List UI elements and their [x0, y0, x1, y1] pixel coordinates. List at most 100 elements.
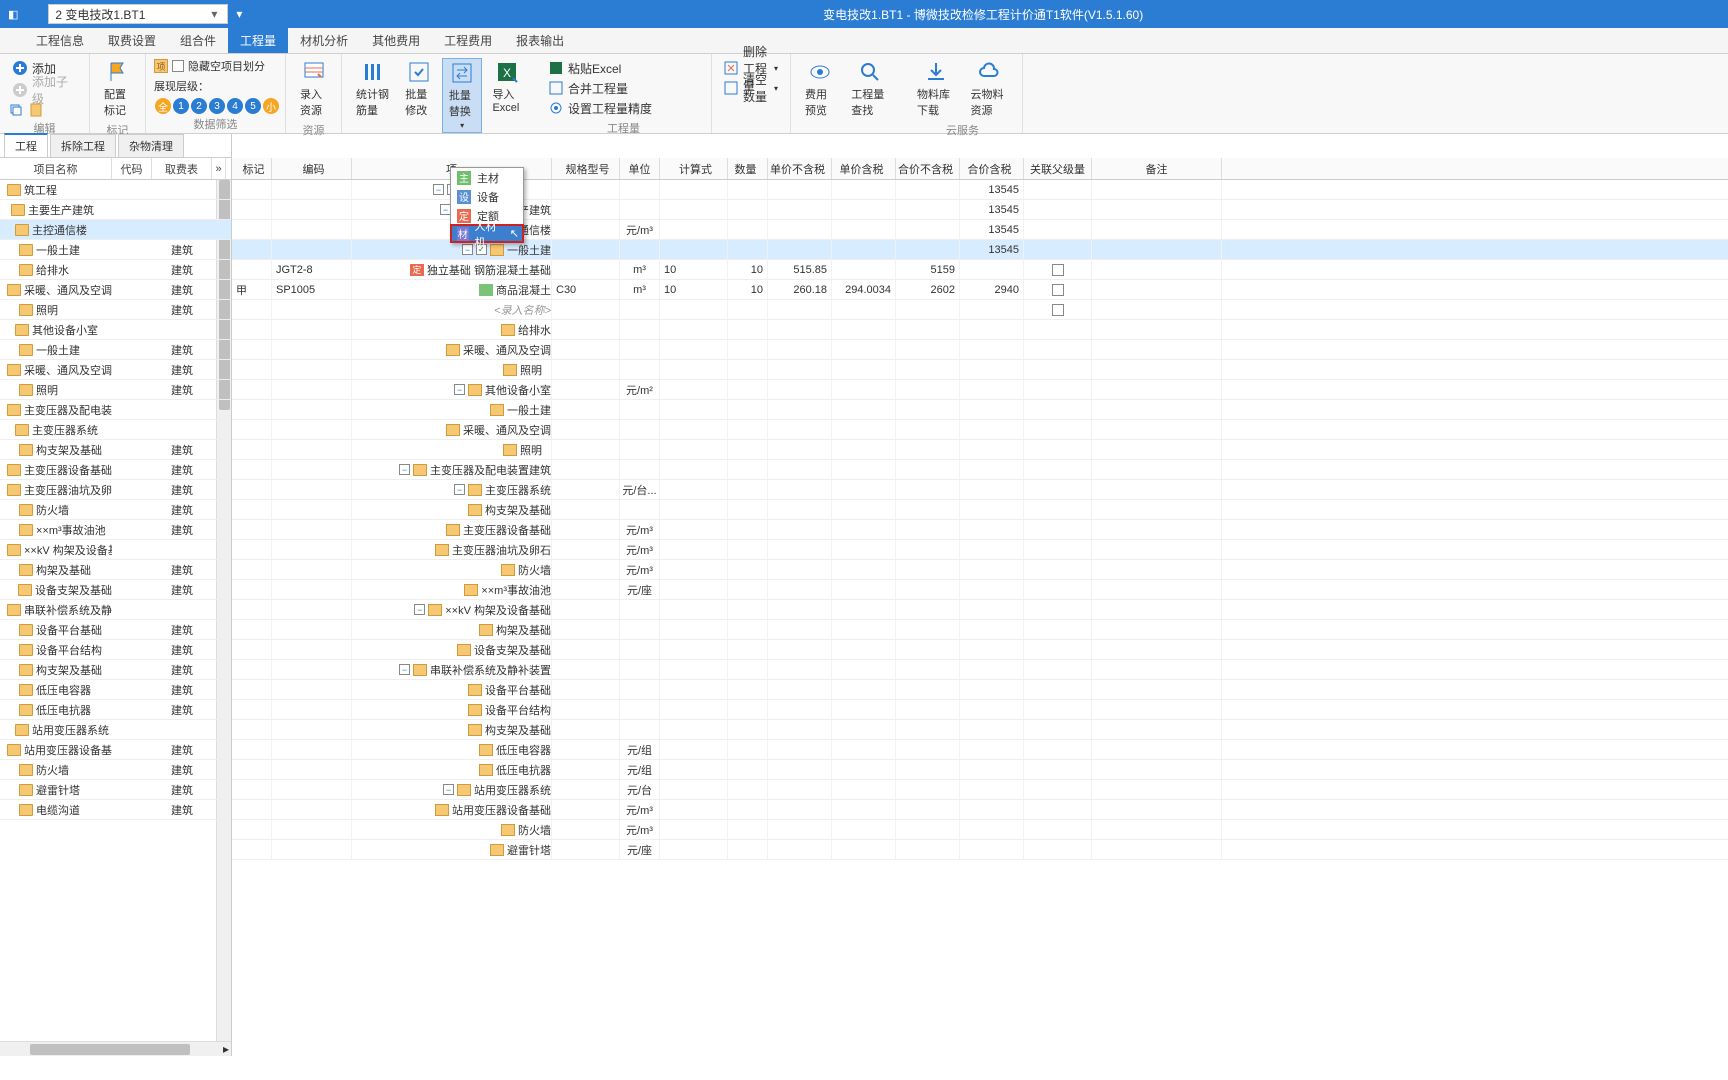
left-scrollbar-h[interactable]: ▸	[0, 1041, 231, 1056]
col-spec[interactable]: 规格型号	[552, 158, 620, 179]
tab-report[interactable]: 报表输出	[504, 28, 576, 53]
grid-row[interactable]: 防火墙 元/m³	[232, 560, 1728, 580]
col-fee-table[interactable]: 取费表	[152, 158, 212, 179]
tree-row[interactable]: 主变压器设备基础建筑	[0, 460, 231, 480]
input-resource-button[interactable]: 录入资源	[294, 58, 333, 120]
grid-row[interactable]: 构支架及基础	[232, 720, 1728, 740]
add-child-button[interactable]: 添加子级	[8, 80, 81, 100]
col-total-notax[interactable]: 合价不含税	[896, 158, 960, 179]
expand-icon[interactable]: −	[399, 464, 410, 475]
tree-row[interactable]: 防火墙建筑	[0, 500, 231, 520]
dropdown-item-1[interactable]: 设设备	[451, 187, 523, 206]
merge-qty-button[interactable]: 合并工程量	[544, 78, 632, 98]
tree-row[interactable]: 站用变压器系统	[0, 720, 231, 740]
grid-row[interactable]: 给排水	[232, 320, 1728, 340]
col-project-name[interactable]: 项目名称	[0, 158, 112, 179]
grid-row[interactable]: 照明	[232, 360, 1728, 380]
level-all[interactable]: 全	[155, 98, 171, 114]
stat-steel-button[interactable]: 统计钢筋量	[350, 58, 395, 120]
grid-row[interactable]: 站用变压器设备基础 元/m³	[232, 800, 1728, 820]
batch-replace-button[interactable]: 批量替换▾	[442, 58, 483, 133]
grid-row[interactable]: ××m³事故油池 元/座	[232, 580, 1728, 600]
grid-row[interactable]: − ××kV 构架及设备基础	[232, 600, 1728, 620]
grid-body[interactable]: − 建筑工程 13545 − 主要生产建筑 13545 − 主控通信楼 元/m³	[232, 180, 1728, 1056]
tab-other-fee[interactable]: 其他费用	[360, 28, 432, 53]
tree-row[interactable]: 一般土建建筑	[0, 340, 231, 360]
grid-row[interactable]: 甲 SP1005 商品混凝土 C30 m³ 10 10 260.18 294.0…	[232, 280, 1728, 300]
tree-row[interactable]: 构架及基础建筑	[0, 560, 231, 580]
level-small[interactable]: 小	[263, 98, 279, 114]
tree-row[interactable]: 设备平台基础建筑	[0, 620, 231, 640]
col-price-tax[interactable]: 单价含税	[832, 158, 896, 179]
tree-row[interactable]: 给排水建筑	[0, 260, 231, 280]
tree-row[interactable]: 其他设备小室	[0, 320, 231, 340]
grid-row[interactable]: <录入名称>	[232, 300, 1728, 320]
tab-project-info[interactable]: 工程信息	[24, 28, 96, 53]
grid-row[interactable]: 采暖、通风及空调	[232, 340, 1728, 360]
cloud-resource-button[interactable]: 云物料资源	[965, 58, 1015, 120]
import-excel-button[interactable]: X导入Excel	[486, 58, 528, 116]
dtab-clean[interactable]: 杂物清理	[118, 134, 184, 157]
expand-icon[interactable]: −	[433, 184, 444, 195]
grid-row[interactable]: − 主变压器及配电装置建筑	[232, 460, 1728, 480]
dropdown-item-3[interactable]: 材人材机↖	[450, 224, 524, 243]
tree-row[interactable]: 筑工程	[0, 180, 231, 200]
col-relation[interactable]: 关联父级量	[1024, 158, 1092, 179]
grid-row[interactable]: 低压电容器 元/组	[232, 740, 1728, 760]
grid-row[interactable]: 设备平台结构	[232, 700, 1728, 720]
grid-row[interactable]: 采暖、通风及空调	[232, 420, 1728, 440]
tree-row[interactable]: ××kV 构架及设备基...	[0, 540, 231, 560]
copy-icon[interactable]	[8, 102, 24, 118]
grid-row[interactable]: 主变压器设备基础 元/m³	[232, 520, 1728, 540]
col-total-tax[interactable]: 合价含税	[960, 158, 1024, 179]
grid-row[interactable]: 避雷针塔 元/座	[232, 840, 1728, 860]
level-5[interactable]: 5	[245, 98, 261, 114]
tree-row[interactable]: 采暖、通风及空调建筑	[0, 360, 231, 380]
tree-row[interactable]: ××m³事故油池建筑	[0, 520, 231, 540]
grid-row[interactable]: − 串联补偿系统及静补装置	[232, 660, 1728, 680]
fee-preview-button[interactable]: 费用预览	[799, 58, 841, 120]
dropdown-item-0[interactable]: 主主材	[451, 168, 523, 187]
tree-row[interactable]: 构支架及基础建筑	[0, 660, 231, 680]
dtab-project[interactable]: 工程	[4, 133, 48, 157]
col-mark[interactable]: 标记	[232, 158, 272, 179]
tab-combine[interactable]: 组合件	[168, 28, 228, 53]
tab-project-fee[interactable]: 工程费用	[432, 28, 504, 53]
level-2[interactable]: 2	[191, 98, 207, 114]
relation-checkbox[interactable]	[1052, 284, 1064, 296]
grid-row[interactable]: − 站用变压器系统 元/台	[232, 780, 1728, 800]
grid-row[interactable]: JGT2-8 定 独立基础 钢筋混凝土基础 m³ 10 10 515.85 51…	[232, 260, 1728, 280]
tab-material[interactable]: 材机分析	[288, 28, 360, 53]
tree-row[interactable]: 照明建筑	[0, 300, 231, 320]
expand-icon[interactable]: −	[462, 244, 473, 255]
tree-row[interactable]: 主要生产建筑	[0, 200, 231, 220]
tree-row[interactable]: 设备支架及基础建筑	[0, 580, 231, 600]
grid-row[interactable]: − 一般土建 13545	[232, 240, 1728, 260]
tree-row[interactable]: 一般土建建筑	[0, 240, 231, 260]
grid-row[interactable]: 构架及基础	[232, 620, 1728, 640]
expand-icon[interactable]: −	[399, 664, 410, 675]
hide-empty-checkbox[interactable]: 项隐藏空项目划分	[154, 58, 265, 74]
relation-checkbox[interactable]	[1052, 304, 1064, 316]
tree-row[interactable]: 主变压器及配电装置建筑	[0, 400, 231, 420]
grid-row[interactable]: 构支架及基础	[232, 500, 1728, 520]
precision-button[interactable]: 设置工程量精度	[544, 98, 656, 118]
grid-row[interactable]: 一般土建	[232, 400, 1728, 420]
tree-row[interactable]: 主变压器油坑及卵石建筑	[0, 480, 231, 500]
grid-row[interactable]: − 主变压器系统 元/台...	[232, 480, 1728, 500]
menu-start[interactable]	[0, 28, 24, 53]
tree-row[interactable]: 低压电抗器建筑	[0, 700, 231, 720]
batch-modify-button[interactable]: 批量修改	[399, 58, 438, 120]
grid-row[interactable]: 设备支架及基础	[232, 640, 1728, 660]
expand-icon[interactable]: −	[414, 604, 425, 615]
tree-row[interactable]: 串联补偿系统及静补...	[0, 600, 231, 620]
relation-checkbox[interactable]	[1052, 264, 1064, 276]
expand-icon[interactable]: −	[454, 484, 465, 495]
dropdown-icon[interactable]: ▾	[232, 7, 246, 21]
left-tree-body[interactable]: 筑工程主要生产建筑主控通信楼一般土建建筑给排水建筑采暖、通风及空调建筑照明建筑其…	[0, 180, 231, 1041]
paste-icon[interactable]	[28, 102, 44, 118]
qty-lookup-button[interactable]: 工程量查找	[845, 58, 895, 120]
tab-fee-config[interactable]: 取费设置	[96, 28, 168, 53]
tree-row[interactable]: 避雷针塔建筑	[0, 780, 231, 800]
col-encode[interactable]: 编码	[272, 158, 352, 179]
